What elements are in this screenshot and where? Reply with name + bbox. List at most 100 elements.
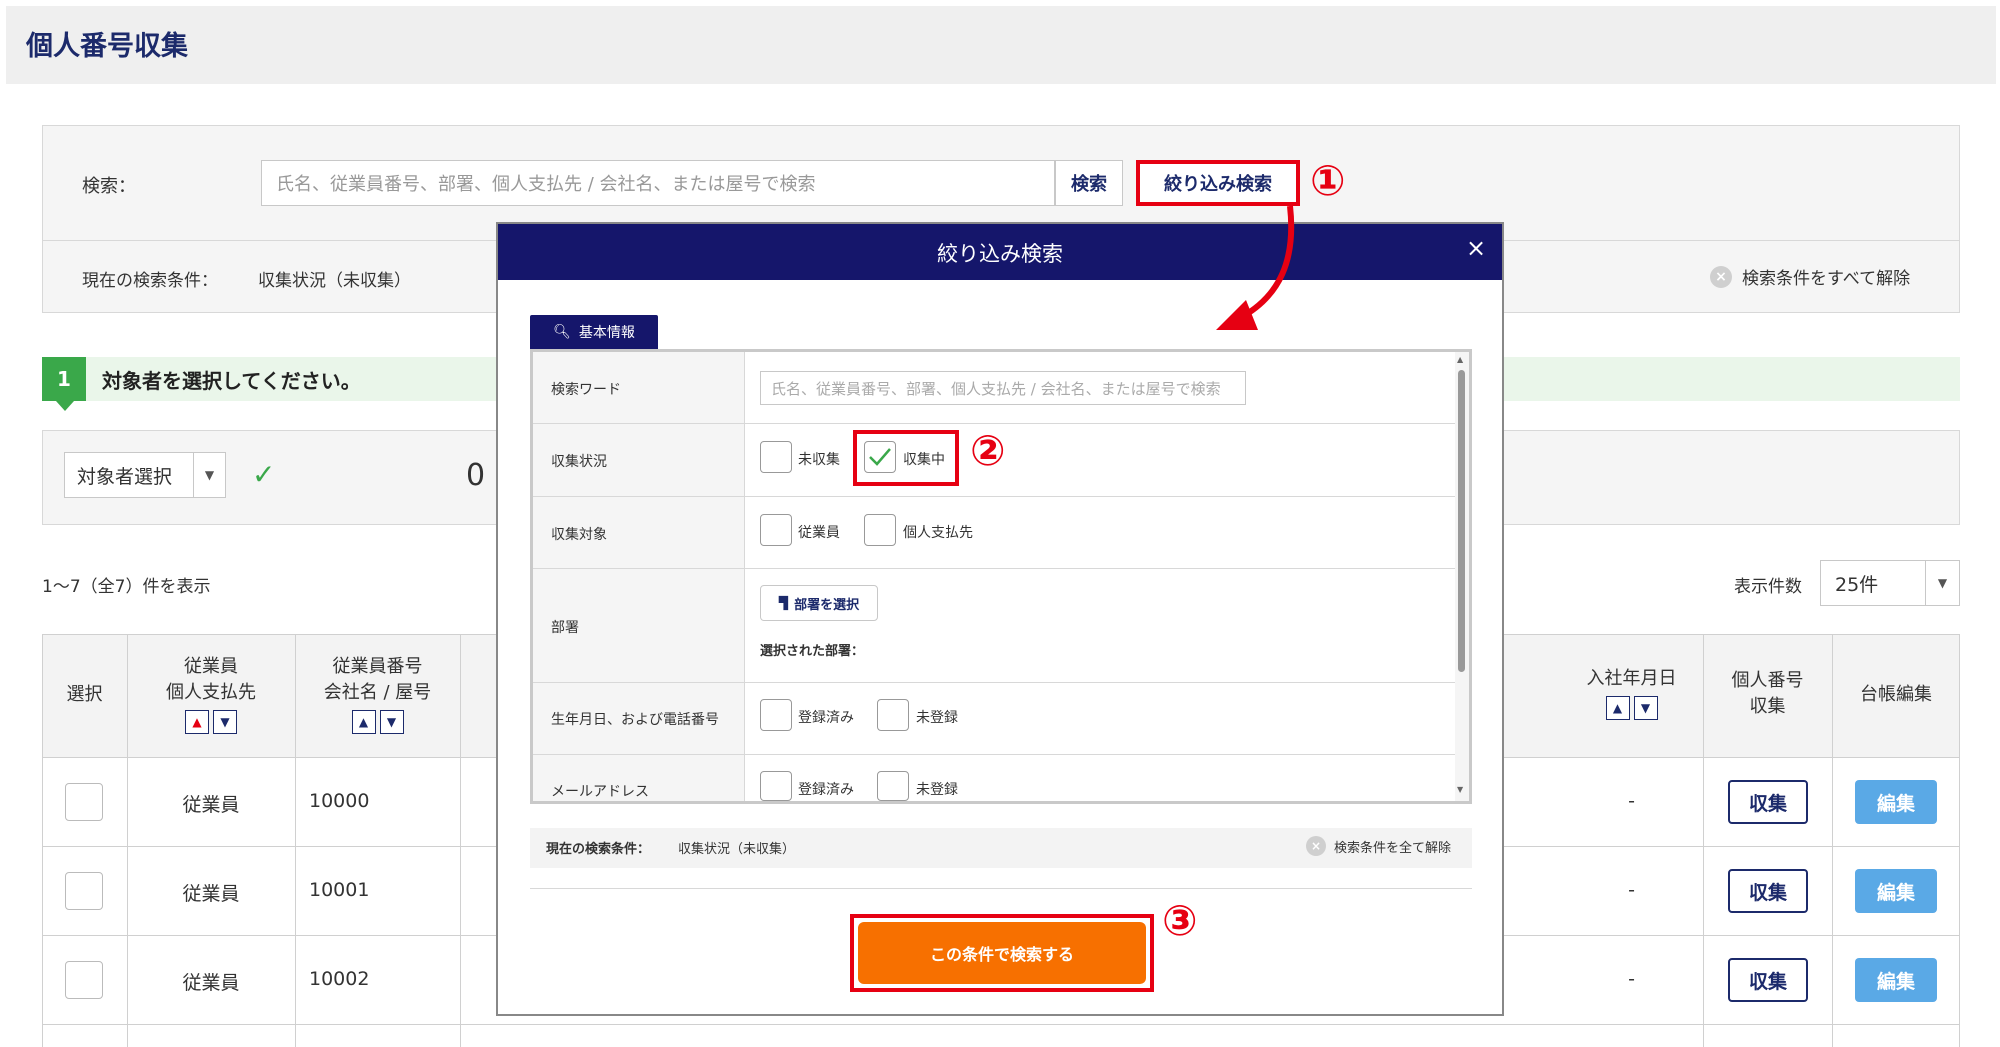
column-divider [460, 634, 461, 1047]
modal-title: 絞り込み検索 [937, 242, 1063, 266]
edit-button[interactable]: 編集 [1855, 958, 1937, 1002]
row-hire-date: - [1628, 879, 1635, 901]
mail-registered-label: 登録済み [798, 782, 854, 798]
step-text: 対象者を選択してください。 [102, 369, 361, 393]
header-mynumber: 個人番号 収集 [1703, 668, 1832, 720]
header-number-line1: 従業員番号 [332, 656, 423, 677]
row-checkbox[interactable] [65, 872, 103, 910]
header-type-line2: 個人支払先 [166, 682, 256, 703]
row-number: 10002 [309, 968, 370, 990]
birth-phone-label: 生年月日、および電話番号 [551, 712, 719, 728]
result-range: 1〜7（全7）件を表示 [42, 577, 211, 597]
keyword-label: 検索ワード [551, 382, 621, 398]
edit-button[interactable]: 編集 [1855, 780, 1937, 824]
sort-asc-icon[interactable]: ▲ [351, 710, 376, 734]
target-select-label: 対象者選択 [77, 465, 173, 488]
header-mynumber-line2: 収集 [1749, 696, 1786, 717]
scroll-up-icon[interactable]: ▲ [1457, 355, 1463, 364]
target-payee-checkbox[interactable] [864, 514, 896, 546]
arrow-icon [1216, 205, 1295, 330]
clear-icon: × [1306, 836, 1326, 856]
select-dept-button[interactable]: ▜ 部署を選択 [760, 585, 878, 621]
status-uncollected-checkbox[interactable] [760, 441, 792, 473]
modal-clear-all[interactable]: × 検索条件を全て解除 [1306, 836, 1451, 856]
target-label: 収集対象 [551, 527, 607, 543]
page-header [6, 6, 1996, 84]
current-conditions-label: 現在の検索条件： [82, 271, 218, 291]
mail-unregistered-label: 未登録 [916, 782, 958, 798]
annotation-1: ① [1310, 156, 1346, 205]
birth-unregistered-label: 未登録 [916, 710, 958, 726]
annotation-3: ③ [1162, 896, 1198, 945]
scroll-down-icon[interactable]: ▼ [1457, 785, 1463, 794]
status-uncollected-label: 未収集 [798, 452, 840, 468]
collect-button[interactable]: 収集 [1728, 780, 1808, 824]
row-hire-date: - [1628, 968, 1635, 990]
scrollbar-thumb[interactable] [1458, 370, 1465, 672]
header-number: 従業員番号 会社名 / 屋号 ▲ ▼ [295, 654, 460, 734]
row-type: 従業員 [182, 972, 240, 994]
form-row-divider [533, 423, 1455, 424]
row-type: 従業員 [182, 794, 240, 816]
status-label: 収集状況 [551, 454, 607, 470]
step-number: 1 [42, 357, 86, 401]
target-employee-checkbox[interactable] [760, 514, 792, 546]
keyword-input[interactable]: 氏名、従業員番号、部署、個人支払先 / 会社名、または屋号で検索 [760, 371, 1246, 405]
close-icon[interactable]: × [1466, 234, 1486, 262]
table-right-border [1959, 758, 1960, 1047]
selected-count: 0 [466, 458, 486, 493]
modal-clear-all-label: 検索条件を全て解除 [1334, 840, 1452, 856]
dept-selected-label: 選択された部署： [760, 644, 865, 659]
sort-desc-icon[interactable]: ▼ [379, 710, 404, 734]
tab-basic-info[interactable]: 🔍︎ 基本情報 [530, 315, 658, 349]
target-payee-label: 個人支払先 [903, 525, 973, 541]
row-number: 10000 [309, 790, 370, 812]
form-row-divider [533, 754, 1455, 755]
row-number: 10001 [309, 879, 370, 901]
header-number-line2: 会社名 / 屋号 [323, 682, 432, 703]
clear-all-label: 検索条件をすべて解除 [1742, 269, 1911, 289]
mail-registered-checkbox[interactable] [760, 771, 792, 801]
row-checkbox[interactable] [65, 783, 103, 821]
modal-current-label: 現在の検索条件： [546, 842, 651, 857]
per-page-label: 表示件数 [1734, 577, 1802, 597]
header-hire-date-label: 入社年月日 [1586, 668, 1677, 689]
mail-label: メールアドレス [551, 784, 649, 800]
search-button[interactable]: 検索 [1055, 160, 1123, 206]
form-row-divider [533, 496, 1455, 497]
step-number-tail [56, 401, 74, 411]
mail-unregistered-checkbox[interactable] [877, 771, 909, 801]
header-ledger-edit: 台帳編集 [1860, 684, 1932, 705]
header-hire-date: 入社年月日 ▲ ▼ [1560, 666, 1703, 720]
sort-controls: ▲ ▼ [1560, 696, 1703, 720]
clear-all-conditions[interactable]: × 検索条件をすべて解除 [1710, 264, 1910, 289]
org-chart-icon: ▜ [778, 596, 789, 610]
birth-unregistered-checkbox[interactable] [877, 699, 909, 731]
birth-registered-checkbox[interactable] [760, 699, 792, 731]
sort-controls: ▲ ▼ [127, 710, 295, 734]
row-checkbox[interactable] [65, 961, 103, 999]
collect-button[interactable]: 収集 [1728, 869, 1808, 913]
search-input[interactable]: 氏名、従業員番号、部署、個人支払先 / 会社名、または屋号で検索 [261, 160, 1055, 206]
annotation-2: ② [970, 426, 1006, 475]
target-select-dropdown[interactable]: 対象者選択 ▼ [64, 452, 226, 498]
sort-asc-icon[interactable]: ▲ [1605, 696, 1630, 720]
collect-button[interactable]: 収集 [1728, 958, 1808, 1002]
search-label: 検索： [82, 176, 136, 197]
check-icon: ✓ [252, 458, 276, 491]
row-type: 従業員 [182, 883, 240, 905]
per-page-select[interactable]: 25件 ▼ [1820, 560, 1960, 606]
sort-desc-icon[interactable]: ▼ [1633, 696, 1658, 720]
chevron-down-icon: ▼ [1925, 561, 1959, 605]
chevron-down-icon: ▼ [193, 453, 225, 497]
page-title: 個人番号収集 [26, 31, 188, 62]
header-type-line1: 従業員 [184, 656, 238, 677]
modal-current-value: 収集状況（未収集） [678, 842, 796, 857]
header-mynumber-line1: 個人番号 [1731, 670, 1804, 691]
header-type: 従業員 個人支払先 ▲ ▼ [127, 654, 295, 734]
sort-desc-icon[interactable]: ▼ [213, 710, 237, 734]
sort-asc-icon[interactable]: ▲ [185, 710, 209, 734]
row-divider [42, 1024, 1960, 1025]
edit-button[interactable]: 編集 [1855, 869, 1937, 913]
submit-search-button[interactable]: この条件で検索する [858, 922, 1146, 984]
